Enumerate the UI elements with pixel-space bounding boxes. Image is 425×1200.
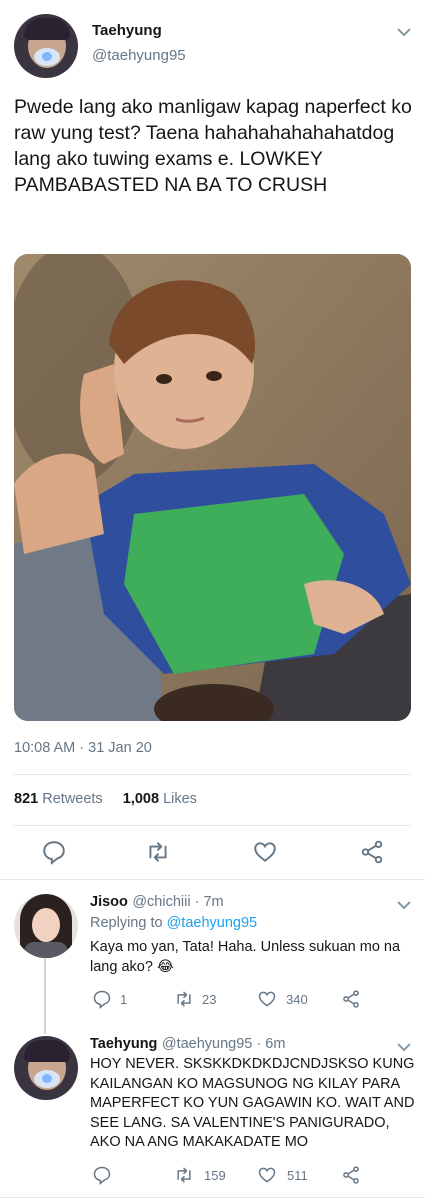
retweet-count: 159: [204, 1168, 226, 1183]
reply-icon[interactable]: [92, 1165, 112, 1185]
replying-to: Replying to @taehyung95: [90, 915, 257, 931]
reply-header: Jisoo @chichiii · 7m: [90, 893, 224, 911]
reply-author-name[interactable]: Jisoo: [90, 894, 128, 910]
retweets-count: 821: [14, 791, 39, 807]
heart-icon[interactable]: [257, 1165, 277, 1185]
photo-illustration: [14, 254, 411, 721]
share-icon[interactable]: [341, 1165, 361, 1185]
tweet-photo[interactable]: [14, 254, 411, 721]
share-icon[interactable]: [341, 989, 361, 1009]
reply-count: 1: [120, 992, 128, 1007]
replying-to-mention[interactable]: @taehyung95: [167, 915, 258, 931]
like-count: 340: [286, 992, 308, 1007]
retweets-stat[interactable]: 821 Retweets: [14, 791, 103, 807]
heart-icon[interactable]: [252, 839, 278, 865]
retweet-icon[interactable]: [174, 989, 194, 1009]
retweets-label: Retweets: [42, 791, 103, 807]
share-icon[interactable]: [359, 839, 385, 865]
author-handle[interactable]: @taehyung95: [92, 47, 186, 64]
divider: [14, 825, 411, 826]
chevron-down-icon[interactable]: [397, 897, 411, 913]
thread-connector: [44, 958, 46, 1034]
reply-text: HOY NEVER. SKSKKDKDKDJCNDJSKSO KUNG KAIL…: [90, 1056, 415, 1150]
reply-icon[interactable]: [41, 839, 67, 865]
retweet-icon[interactable]: [174, 1165, 194, 1185]
tweet-text: Pwede lang ako manligaw kapag naperfect …: [14, 96, 412, 196]
tweet-stats: 821 Retweets 1,008 Likes: [14, 791, 197, 807]
retweet-icon[interactable]: [145, 839, 171, 865]
reply-author-name[interactable]: Taehyung: [90, 1036, 157, 1052]
divider: [0, 879, 425, 880]
reply-text: Kaya mo yan, Tata! Haha. Unless sukuan m…: [90, 939, 401, 975]
reply-header: Taehyung @taehyung95 · 6m: [90, 1035, 285, 1053]
reply-avatar-taehyung[interactable]: [14, 1036, 78, 1100]
divider: [0, 1197, 425, 1198]
main-avatar[interactable]: [14, 14, 78, 78]
divider: [14, 774, 411, 775]
replying-to-label: Replying to: [90, 915, 163, 931]
retweet-count: 23: [202, 992, 217, 1007]
author-name[interactable]: Taehyung: [92, 22, 162, 39]
likes-label: Likes: [163, 791, 197, 807]
reply-author-handle[interactable]: @chichiii · 7m: [132, 894, 223, 910]
likes-stat[interactable]: 1,008 Likes: [123, 791, 197, 807]
reply-icon[interactable]: [92, 989, 112, 1009]
likes-count: 1,008: [122, 791, 160, 807]
chevron-down-icon[interactable]: [397, 1039, 411, 1055]
like-count: 511: [287, 1168, 308, 1183]
reply-author-handle[interactable]: @taehyung95 · 6m: [162, 1036, 286, 1052]
tweet-timestamp[interactable]: 10:08 AM · 31 Jan 20: [14, 740, 152, 756]
chevron-down-icon[interactable]: [397, 24, 411, 40]
heart-icon[interactable]: [257, 989, 277, 1009]
reply-avatar-jisoo[interactable]: [14, 894, 78, 958]
